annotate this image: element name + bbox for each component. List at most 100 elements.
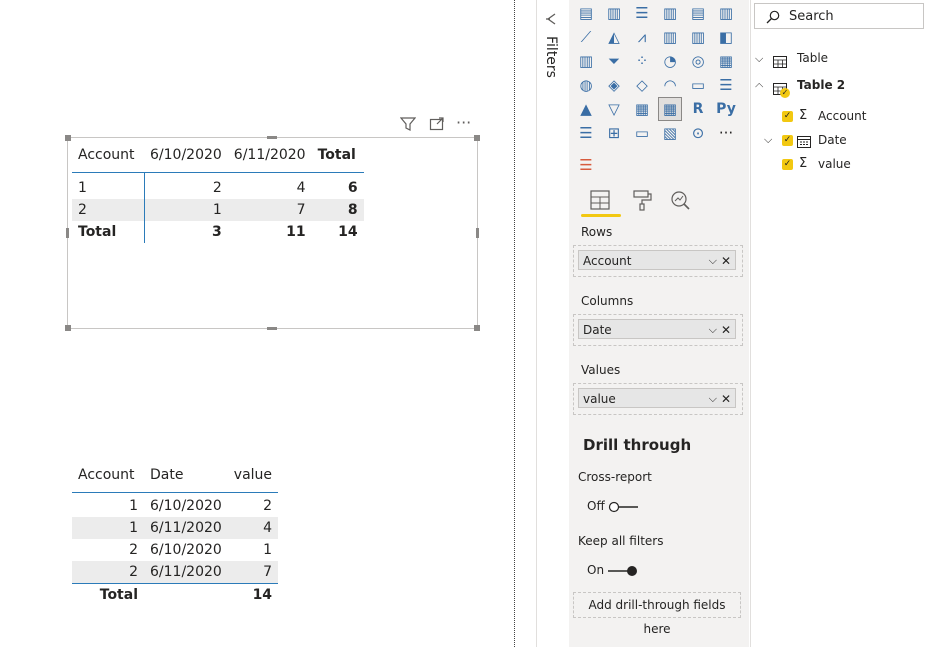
resize-handle[interactable] xyxy=(476,228,479,238)
area-chart-icon[interactable]: ◭ xyxy=(603,26,625,48)
qna-icon[interactable]: ▭ xyxy=(631,122,653,144)
table-row[interactable]: 2 1 7 8 xyxy=(72,199,364,221)
treemap-icon[interactable]: ▦ xyxy=(715,50,737,72)
drill-through-well[interactable]: Add drill-through fields here xyxy=(573,592,741,636)
field-account[interactable]: Account xyxy=(818,109,866,123)
matrix-visual-icon[interactable]: ▦ xyxy=(658,97,682,121)
field-checkbox[interactable]: ✓ xyxy=(782,135,793,146)
table-header-value[interactable]: value xyxy=(228,458,278,493)
keep-all-filters-toggle[interactable]: On xyxy=(587,563,647,579)
rows-field-pill[interactable]: Account ⌵ ✕ xyxy=(578,250,736,270)
key-influencers-icon[interactable]: ☰ xyxy=(575,122,597,144)
resize-handle[interactable] xyxy=(65,325,71,331)
field-value[interactable]: value xyxy=(818,157,851,171)
stacked-bar-icon[interactable]: ▤ xyxy=(575,2,597,24)
field-checkbox[interactable]: ✓ xyxy=(782,159,793,170)
search-input[interactable]: Search xyxy=(754,3,924,29)
focus-mode-icon[interactable] xyxy=(429,116,445,136)
stacked-area-icon[interactable]: ⩘ xyxy=(631,26,653,48)
matrix-header-account[interactable]: Account xyxy=(72,138,144,173)
filled-map-icon[interactable]: ◈ xyxy=(603,74,625,96)
table-row[interactable]: 2 6/10/2020 1 xyxy=(72,539,278,561)
chevron-up-icon[interactable]: ⌵ xyxy=(755,79,763,93)
matrix-visual[interactable]: Account 6/10/2020 6/11/2020 Total 1 2 4 … xyxy=(65,135,480,331)
collapse-arrow-icon[interactable] xyxy=(545,11,557,30)
line-chart-icon[interactable]: ⟋ xyxy=(575,26,597,48)
values-field-pill[interactable]: value ⌵ ✕ xyxy=(578,388,736,408)
table-header-account[interactable]: Account xyxy=(72,458,144,493)
python-visual-icon[interactable]: Py xyxy=(715,98,737,120)
resize-handle[interactable] xyxy=(267,327,277,330)
matrix-header-total[interactable]: Total xyxy=(312,138,364,173)
map-icon[interactable]: ◍ xyxy=(575,74,597,96)
field-table-name[interactable]: Table 2 xyxy=(797,78,845,92)
clustered-column-icon[interactable]: ▥ xyxy=(659,2,681,24)
100-column-icon[interactable]: ▥ xyxy=(715,2,737,24)
pie-icon[interactable]: ◔ xyxy=(659,50,681,72)
matrix-cell: 1 xyxy=(212,202,222,218)
resize-handle[interactable] xyxy=(66,228,69,238)
gauge-icon[interactable]: ◠ xyxy=(659,74,681,96)
field-checkbox[interactable]: ✓ xyxy=(782,111,793,122)
table-header-date[interactable]: Date xyxy=(144,458,228,493)
close-icon[interactable]: ✕ xyxy=(721,389,731,409)
values-well[interactable]: value ⌵ ✕ xyxy=(573,383,743,415)
kpi-icon[interactable]: ▲ xyxy=(575,98,597,120)
table-row[interactable]: 1 6/11/2020 4 xyxy=(72,517,279,539)
format-painter-visual-icon[interactable]: ☰ xyxy=(575,154,597,176)
chevron-down-icon[interactable]: ⌵ xyxy=(709,320,717,340)
columns-field-pill[interactable]: Date ⌵ ✕ xyxy=(578,319,736,339)
resize-handle[interactable] xyxy=(474,325,480,331)
donut-icon[interactable]: ◎ xyxy=(687,50,709,72)
multirow-card-icon[interactable]: ☰ xyxy=(715,74,737,96)
line-column-icon[interactable]: ▥ xyxy=(659,26,681,48)
analytics-tab-icon[interactable] xyxy=(669,189,691,215)
close-icon[interactable]: ✕ xyxy=(721,251,731,271)
filters-pane-collapsed[interactable] xyxy=(536,0,570,647)
smart-narrative-icon[interactable]: ▧ xyxy=(659,122,681,144)
resize-handle[interactable] xyxy=(65,135,71,141)
shape-map-icon[interactable]: ◇ xyxy=(631,74,653,96)
columns-well[interactable]: Date ⌵ ✕ xyxy=(573,314,743,346)
chevron-down-icon[interactable]: ⌵ xyxy=(755,52,763,66)
scatter-icon[interactable]: ⁘ xyxy=(631,50,653,72)
stacked-column-icon[interactable]: ▥ xyxy=(603,2,625,24)
close-icon[interactable]: ✕ xyxy=(721,320,731,340)
more-visuals-icon[interactable]: ··· xyxy=(715,122,737,144)
table-total-row: Total 14 xyxy=(72,584,278,607)
more-options-icon[interactable]: ··· xyxy=(456,113,471,132)
cross-report-toggle[interactable]: Off xyxy=(587,499,647,515)
fields-tab-icon[interactable] xyxy=(589,189,611,215)
waterfall-icon[interactable]: ▥ xyxy=(575,50,597,72)
matrix-header-col1[interactable]: 6/10/2020 xyxy=(144,138,228,173)
filters-label[interactable]: Filters xyxy=(543,36,559,78)
chevron-down-icon[interactable]: ⌵ xyxy=(709,389,717,409)
100-bar-icon[interactable]: ▤ xyxy=(687,2,709,24)
slicer-icon[interactable]: ▽ xyxy=(603,98,625,120)
chevron-down-icon[interactable]: ⌵ xyxy=(709,251,717,271)
decomposition-tree-icon[interactable]: ⊞ xyxy=(603,122,625,144)
chevron-down-icon[interactable]: ⌵ xyxy=(764,133,772,147)
page-divider xyxy=(514,0,515,647)
table-row[interactable]: 1 2 4 6 xyxy=(72,172,364,199)
ribbon-chart-icon[interactable]: ◧ xyxy=(715,26,737,48)
filter-icon[interactable] xyxy=(399,116,417,136)
active-tab-indicator xyxy=(581,214,621,217)
rows-well[interactable]: Account ⌵ ✕ xyxy=(573,245,743,277)
format-tab-icon[interactable] xyxy=(631,189,653,215)
paginated-icon[interactable]: ⊙ xyxy=(687,122,709,144)
line-clustered-icon[interactable]: ▥ xyxy=(687,26,709,48)
columns-well-label: Columns xyxy=(581,294,634,308)
field-table-name[interactable]: Table xyxy=(797,51,828,65)
r-visual-icon[interactable]: R xyxy=(687,98,709,120)
table-row[interactable]: 2 6/11/2020 7 xyxy=(72,561,279,584)
funnel-icon[interactable]: ⏷ xyxy=(603,50,625,72)
table-row[interactable]: 1 6/10/2020 2 xyxy=(72,493,278,518)
field-date[interactable]: Date xyxy=(818,133,847,147)
resize-handle[interactable] xyxy=(474,135,480,141)
table-visual[interactable]: Account Date value 1 6/10/2020 2 1 6/11/… xyxy=(72,458,279,607)
matrix-header-col2[interactable]: 6/11/2020 xyxy=(228,138,312,173)
table-visual-icon[interactable]: ▦ xyxy=(631,98,653,120)
card-icon[interactable]: ▭ xyxy=(687,74,709,96)
clustered-bar-icon[interactable]: ☰ xyxy=(631,2,653,24)
